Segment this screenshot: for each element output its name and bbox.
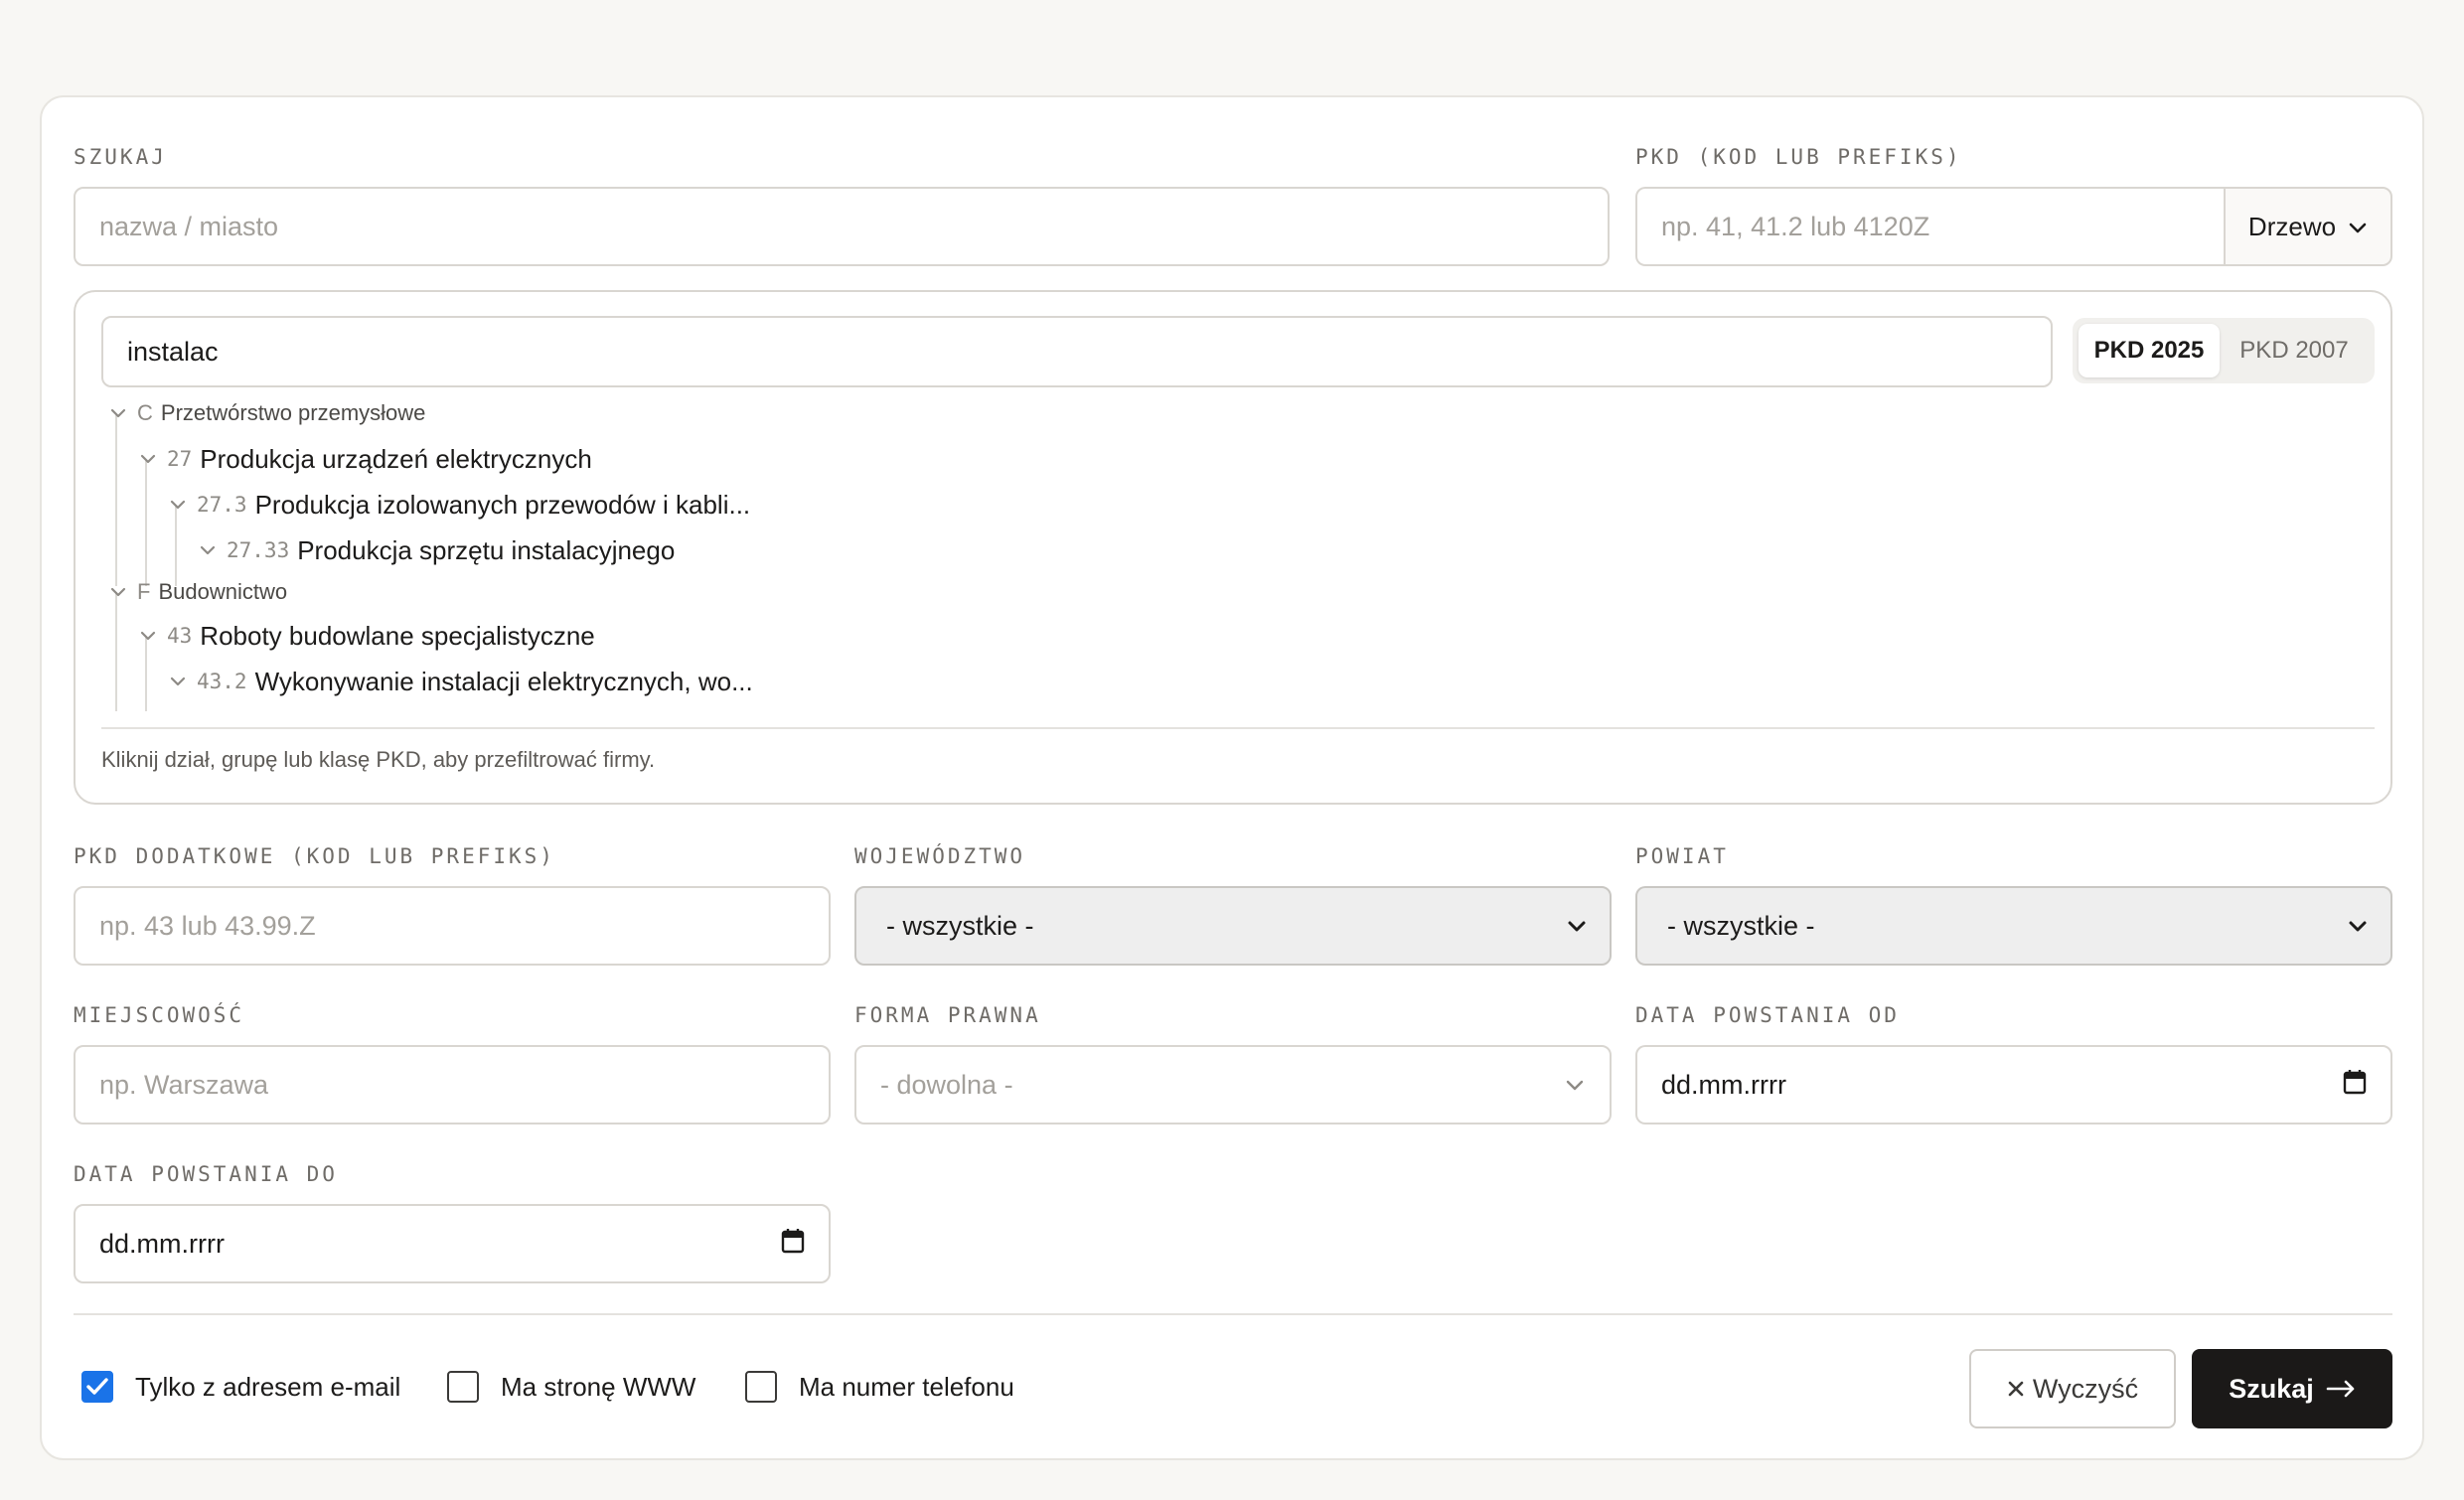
city-label: MIEJSCOWOŚĆ xyxy=(74,1003,245,1027)
chevron-down-icon xyxy=(2347,911,2369,942)
tree-search-value: instalac xyxy=(127,336,219,367)
pkd-mode-dropdown[interactable]: Drzewo xyxy=(2224,187,2392,266)
tree-node-code: 43.2 xyxy=(197,670,247,693)
legal-form-select[interactable]: - dowolna - xyxy=(854,1045,1612,1125)
close-icon xyxy=(2007,1374,2025,1405)
www-filter-checkbox[interactable]: Ma stronę WWW xyxy=(447,1371,695,1403)
chevron-down-icon xyxy=(170,500,186,510)
chevron-down-icon xyxy=(200,545,216,555)
tree-node-code: C xyxy=(137,400,153,425)
date-from-input[interactable]: dd.mm.rrrr xyxy=(1635,1045,2392,1125)
chevron-down-icon xyxy=(1564,1070,1586,1101)
chevron-down-icon xyxy=(170,676,186,686)
phone-filter-checkbox[interactable]: Ma numer telefonu xyxy=(745,1371,1014,1403)
date-to-input[interactable]: dd.mm.rrrr xyxy=(74,1204,831,1283)
tree-guide-line xyxy=(115,415,117,586)
phone-filter-label: Ma numer telefonu xyxy=(799,1371,1014,1402)
tree-node-division[interactable]: 27 Produkcja urządzeń elektrycznych xyxy=(135,439,592,479)
checkbox-box[interactable] xyxy=(745,1371,777,1403)
pkd-extra-placeholder: np. 43 lub 43.99.Z xyxy=(99,910,316,941)
city-placeholder: np. Warszawa xyxy=(99,1069,269,1100)
county-value: - wszystkie - xyxy=(1667,910,1815,941)
www-filter-label: Ma stronę WWW xyxy=(501,1371,696,1402)
check-icon xyxy=(86,1378,108,1395)
tree-node-section[interactable]: C Przetwórstwo przemysłowe xyxy=(105,393,425,433)
tree-node-code: F xyxy=(137,579,151,604)
voivodeship-value: - wszystkie - xyxy=(886,910,1034,941)
search-placeholder: nazwa / miasto xyxy=(99,211,279,241)
clear-button[interactable]: Wyczyść xyxy=(1969,1349,2176,1428)
tree-node-name: Budownictwo xyxy=(158,579,288,604)
pkd-tree-panel: instalac PKD 2025 PKD 2007 C Przetwórstw… xyxy=(74,290,2392,805)
tree-node-name: Produkcja izolowanych przewodów i kabli.… xyxy=(254,489,751,520)
pkd-extra-label: PKD DODATKOWE (KOD LUB PREFIKS) xyxy=(74,844,555,868)
tree-node-code: 43 xyxy=(167,624,193,648)
chevron-down-icon xyxy=(2348,212,2368,242)
pkd-2025-tab[interactable]: PKD 2025 xyxy=(2079,324,2220,377)
county-select[interactable]: - wszystkie - xyxy=(1635,886,2392,966)
form-divider xyxy=(74,1313,2392,1315)
chevron-down-icon xyxy=(140,454,156,464)
pkd-input[interactable]: np. 41, 41.2 lub 4120Z xyxy=(1635,187,2224,266)
pkd-label: PKD (KOD LUB PREFIKS) xyxy=(1635,145,1962,169)
search-form-card: SZUKAJ nazwa / miasto PKD (KOD LUB PREFI… xyxy=(40,95,2424,1460)
tree-node-group[interactable]: 43.2 Wykonywanie instalacji elektrycznyc… xyxy=(165,662,753,701)
pkd-2007-tab[interactable]: PKD 2007 xyxy=(2220,324,2369,377)
tree-node-name: Produkcja sprzętu instalacyjnego xyxy=(297,534,676,565)
search-button-label: Szukaj xyxy=(2229,1373,2314,1404)
search-label: SZUKAJ xyxy=(74,145,167,169)
date-to-value: dd.mm.rrrr xyxy=(99,1228,225,1259)
tree-node-name: Przetwórstwo przemysłowe xyxy=(160,400,426,425)
voivodeship-label: WOJEWÓDZTWO xyxy=(854,844,1026,868)
email-filter-label: Tylko z adresem e-mail xyxy=(135,1371,401,1402)
tree-node-name: Wykonywanie instalacji elektrycznych, wo… xyxy=(254,666,753,696)
tree-search-input[interactable]: instalac xyxy=(101,316,2053,387)
voivodeship-select[interactable]: - wszystkie - xyxy=(854,886,1612,966)
date-from-value: dd.mm.rrrr xyxy=(1661,1069,1786,1100)
legal-form-value: - dowolna - xyxy=(880,1069,1013,1100)
chevron-down-icon xyxy=(110,408,126,418)
pkd-version-toggle: PKD 2025 PKD 2007 xyxy=(2073,318,2375,383)
search-input[interactable]: nazwa / miasto xyxy=(74,187,1610,266)
city-input[interactable]: np. Warszawa xyxy=(74,1045,831,1125)
tree-node-name: Roboty budowlane specjalistyczne xyxy=(200,620,595,651)
pkd-placeholder: np. 41, 41.2 lub 4120Z xyxy=(1661,211,1930,241)
county-label: POWIAT xyxy=(1635,844,1729,868)
email-filter-checkbox[interactable]: Tylko z adresem e-mail xyxy=(81,1371,400,1403)
search-button[interactable]: Szukaj xyxy=(2192,1349,2392,1428)
arrow-right-icon xyxy=(2326,1374,2356,1405)
chevron-down-icon xyxy=(1566,911,1588,942)
tree-node-class[interactable]: 27.33 Produkcja sprzętu instalacyjnego xyxy=(195,530,675,570)
checkbox-box[interactable] xyxy=(81,1371,113,1403)
calendar-icon[interactable] xyxy=(2343,1069,2367,1102)
tree-node-code: 27.3 xyxy=(197,493,247,517)
tree-guide-line xyxy=(145,461,147,586)
chevron-down-icon xyxy=(110,587,126,597)
tree-node-name: Produkcja urządzeń elektrycznych xyxy=(200,443,592,474)
pkd-extra-input[interactable]: np. 43 lub 43.99.Z xyxy=(74,886,831,966)
checkbox-box[interactable] xyxy=(447,1371,479,1403)
legal-form-label: FORMA PRAWNA xyxy=(854,1003,1041,1027)
clear-button-label: Wyczyść xyxy=(2032,1373,2139,1404)
tree-node-section[interactable]: F Budownictwo xyxy=(105,572,287,612)
calendar-icon[interactable] xyxy=(781,1228,805,1261)
tree-hint: Kliknij dział, grupę lub klasę PKD, aby … xyxy=(101,747,656,772)
tree-node-group[interactable]: 27.3 Produkcja izolowanych przewodów i k… xyxy=(165,485,750,525)
tree-node-code: 27.33 xyxy=(227,538,290,562)
chevron-down-icon xyxy=(140,631,156,641)
pkd-mode-label: Drzewo xyxy=(2247,211,2337,241)
date-to-label: DATA POWSTANIA DO xyxy=(74,1162,338,1186)
tree-divider xyxy=(101,727,2375,729)
tree-node-division[interactable]: 43 Roboty budowlane specjalistyczne xyxy=(135,616,595,656)
date-from-label: DATA POWSTANIA OD xyxy=(1635,1003,1900,1027)
tree-node-code: 27 xyxy=(167,447,193,471)
